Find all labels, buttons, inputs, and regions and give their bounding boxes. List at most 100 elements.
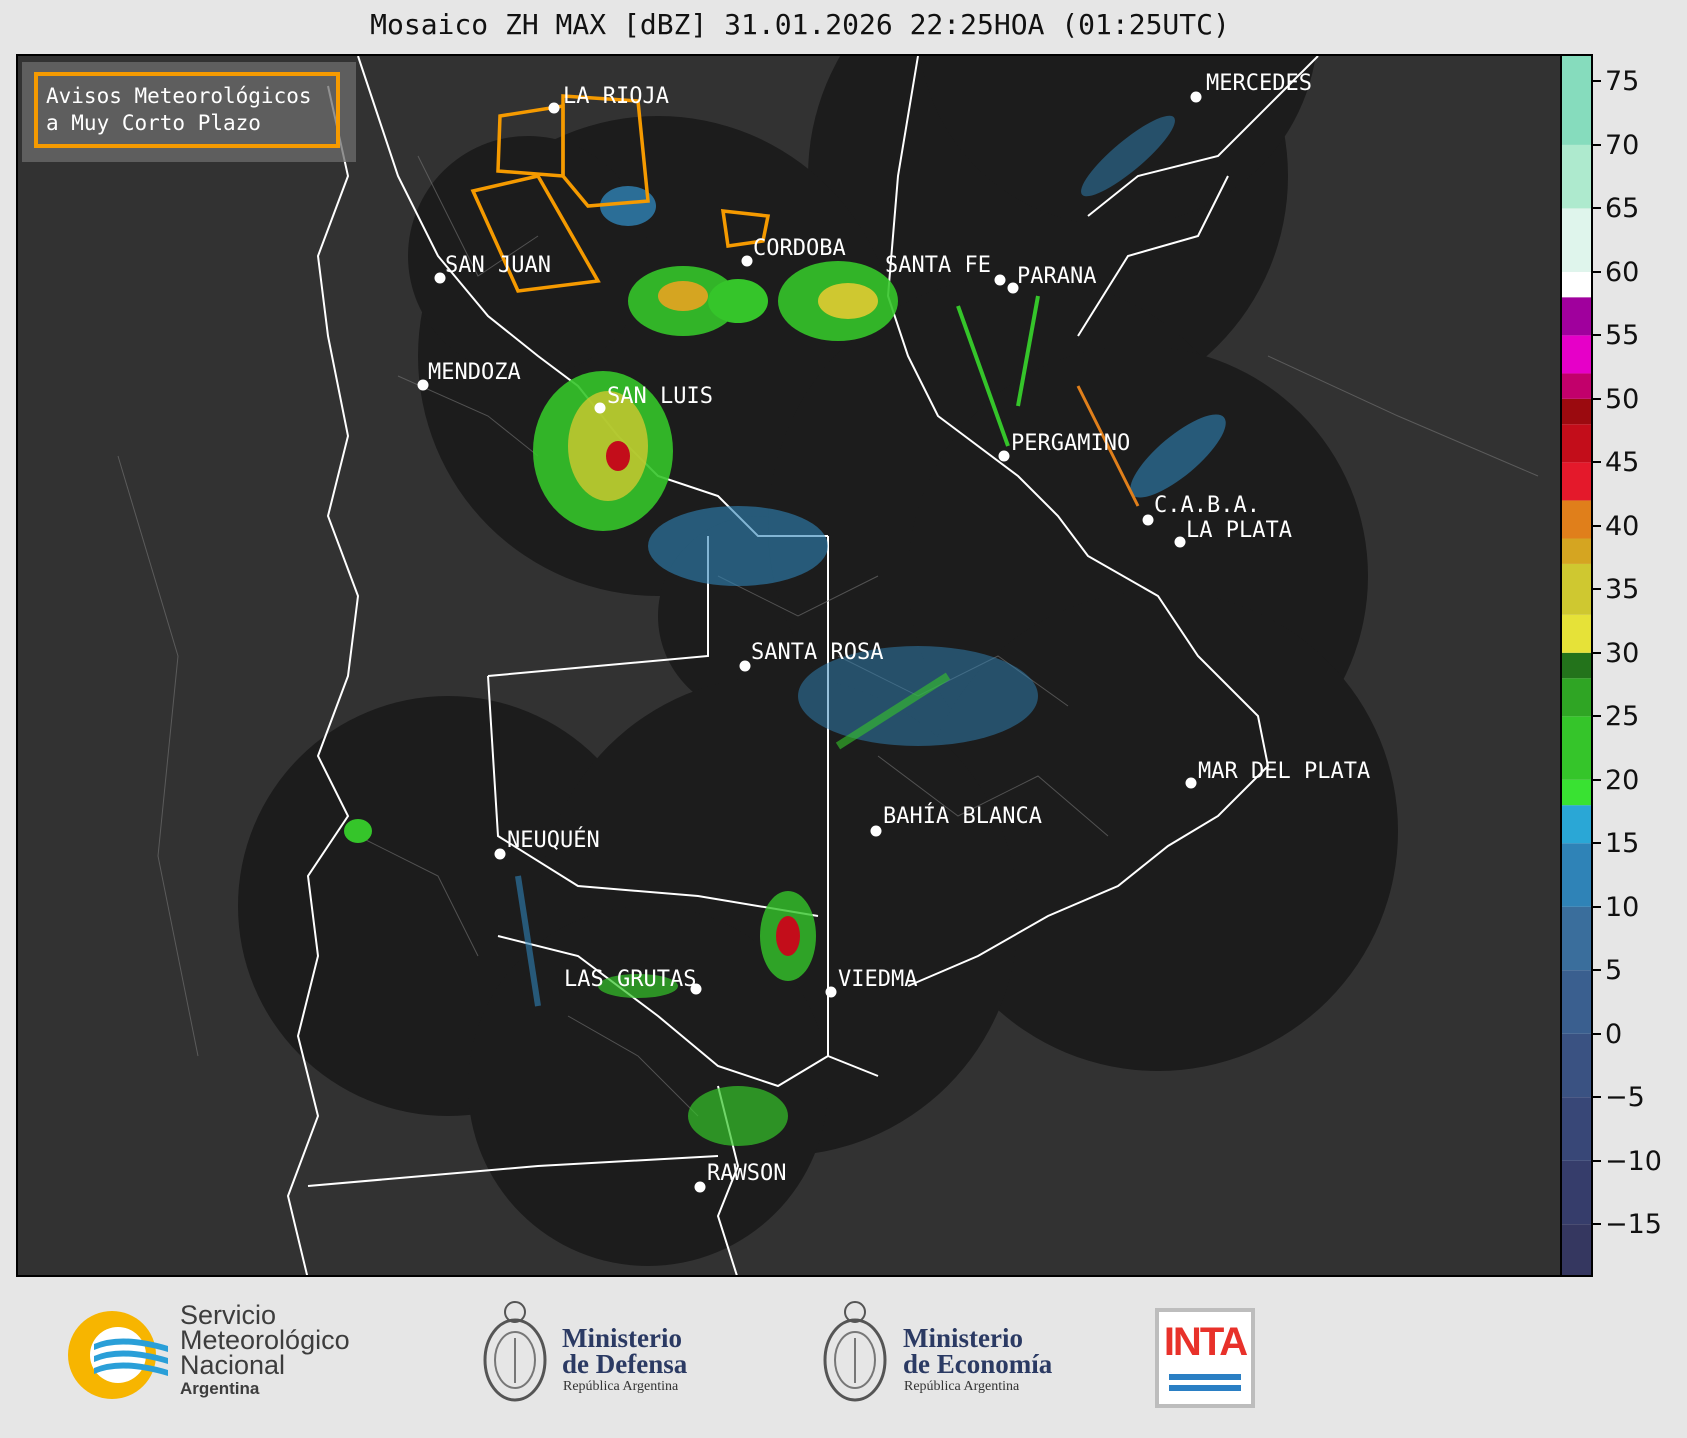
colorbar-tick-label: 55 bbox=[1605, 320, 1640, 352]
colorbar-tick: 50 bbox=[1593, 383, 1683, 415]
city-label-bahia-blanca: BAHÍA BLANCA bbox=[883, 803, 1042, 829]
colorbar-tick-label: 60 bbox=[1605, 256, 1640, 288]
city-label-caba: C.A.B.A. bbox=[1154, 493, 1260, 518]
colorbar-tick-label: 35 bbox=[1605, 574, 1640, 606]
city-label-san-juan: SAN JUAN bbox=[445, 253, 551, 278]
colorbar-band bbox=[1562, 208, 1591, 272]
city-marker-rawson bbox=[694, 1181, 706, 1193]
colorbar-tick: 75 bbox=[1593, 66, 1683, 98]
smn-name: Servicio Meteorológico Nacional Argentin… bbox=[180, 1302, 350, 1400]
colorbar-band bbox=[1562, 1224, 1591, 1275]
colorbar-band bbox=[1562, 805, 1591, 844]
colorbar-tick: 30 bbox=[1593, 638, 1683, 669]
city-label-san-luis: SAN LUIS bbox=[607, 384, 713, 409]
colorbar-tick-label: −5 bbox=[1605, 1082, 1645, 1114]
city-label-santa-fe: SANTA FE bbox=[885, 253, 991, 278]
colorbar-band bbox=[1562, 297, 1591, 336]
city-label-rawson: RAWSON bbox=[707, 1161, 786, 1186]
colorbar-tick-mark bbox=[1593, 334, 1601, 337]
colorbar-tick-label: −15 bbox=[1605, 1209, 1662, 1241]
colorbar-band bbox=[1562, 906, 1591, 971]
colorbar-tick-mark bbox=[1593, 1159, 1601, 1162]
colorbar-band bbox=[1562, 1033, 1591, 1098]
colorbar-band bbox=[1562, 271, 1591, 298]
colorbar-band bbox=[1562, 779, 1591, 806]
city-label-las-grutas: LAS GRUTAS bbox=[564, 967, 696, 992]
map-title: Mosaico ZH MAX [dBZ] 31.01.2026 22:25HOA… bbox=[370, 8, 1230, 41]
city-label-mendoza: MENDOZA bbox=[428, 360, 521, 385]
colorbar-tick: 45 bbox=[1593, 447, 1683, 479]
city-label-santa-rosa: SANTA ROSA bbox=[751, 640, 883, 665]
colorbar-tick-mark bbox=[1593, 207, 1601, 210]
warning-legend: Avisos Meteorológicos a Muy Corto Plazo bbox=[22, 62, 356, 162]
smn-line4: Argentina bbox=[180, 1379, 260, 1398]
colorbar-band bbox=[1562, 144, 1591, 209]
colorbar-band bbox=[1562, 843, 1591, 907]
colorbar-tick-mark bbox=[1593, 1032, 1601, 1035]
colorbar-band bbox=[1562, 398, 1591, 425]
radar-map-canvas: LA RIOJA SAN JUAN CORDOBA SANTA FE PARAN… bbox=[18, 56, 1560, 1275]
city-marker-santa-fe bbox=[994, 274, 1006, 286]
inta-wordmark: INTA bbox=[1163, 1320, 1248, 1364]
city-label-pergamino: PERGAMINO bbox=[1011, 431, 1130, 456]
city-label-viedma: VIEDMA bbox=[838, 967, 917, 992]
colorbar bbox=[1562, 54, 1593, 1277]
colorbar-band bbox=[1562, 462, 1591, 501]
colorbar-tick: 35 bbox=[1593, 574, 1683, 606]
inta-stripe bbox=[1169, 1374, 1241, 1380]
colorbar-band bbox=[1562, 56, 1591, 145]
footer-logos: Servicio Meteorológico Nacional Argentin… bbox=[0, 1279, 1687, 1438]
city-marker-cordoba bbox=[741, 255, 753, 267]
colorbar-tick-mark bbox=[1593, 905, 1601, 908]
city-marker-neuquen bbox=[494, 848, 506, 860]
colorbar-band bbox=[1562, 538, 1591, 564]
colorbar-tick-label: 45 bbox=[1605, 447, 1640, 479]
inta-logo: INTA bbox=[1155, 1308, 1255, 1408]
colorbar-tick-mark bbox=[1593, 461, 1601, 464]
colorbar-tick: 65 bbox=[1593, 193, 1683, 224]
radar-map[interactable]: LA RIOJA SAN JUAN CORDOBA SANTA FE PARAN… bbox=[16, 54, 1562, 1277]
colorbar-tick-mark bbox=[1593, 1096, 1601, 1099]
economia-line1: Ministerio bbox=[903, 1323, 1023, 1353]
city-label-mercedes: MERCEDES bbox=[1206, 71, 1312, 96]
economia-subtitle: República Argentina bbox=[904, 1379, 1020, 1394]
colorbar-tick-mark bbox=[1593, 651, 1601, 654]
colorbar-tick: 40 bbox=[1593, 510, 1683, 542]
colorbar-band bbox=[1562, 652, 1591, 679]
city-label-la-plata: LA PLATA bbox=[1186, 518, 1292, 543]
colorbar-tick-label: 15 bbox=[1605, 828, 1640, 860]
colorbar-tick: 20 bbox=[1593, 764, 1683, 796]
colorbar-tick-label: 50 bbox=[1605, 383, 1640, 415]
defensa-subtitle: República Argentina bbox=[563, 1379, 679, 1394]
city-marker-mendoza bbox=[417, 379, 429, 391]
defensa-title: Ministerio de Defensa bbox=[562, 1325, 687, 1378]
colorbar-ticks: 75 70 65 60 55 50 45 40 35 30 25 20 15 10 5 0 −5 −10 −15 bbox=[1593, 54, 1683, 1277]
city-marker-la-plata bbox=[1174, 536, 1186, 548]
colorbar-tick: −15 bbox=[1593, 1209, 1683, 1241]
colorbar-band bbox=[1562, 373, 1591, 399]
colorbar-tick: 25 bbox=[1593, 701, 1683, 733]
city-marker-viedma bbox=[825, 986, 837, 998]
city-label-cordoba: CORDOBA bbox=[753, 236, 846, 261]
smn-logo-icon bbox=[68, 1311, 168, 1399]
colorbar-tick: 15 bbox=[1593, 828, 1683, 860]
colorbar-tick-label: 40 bbox=[1605, 510, 1640, 542]
city-label-mar-del-plata: MAR DEL PLATA bbox=[1198, 759, 1370, 784]
colorbar-tick-mark bbox=[1593, 270, 1601, 273]
colorbar-tick: 70 bbox=[1593, 130, 1683, 161]
colorbar-band bbox=[1562, 970, 1591, 1034]
colorbar-tick-mark bbox=[1593, 778, 1601, 781]
colorbar-tick-label: 25 bbox=[1605, 701, 1640, 733]
colorbar-band bbox=[1562, 678, 1591, 717]
colorbar-band bbox=[1562, 335, 1591, 374]
colorbar-tick-label: 0 bbox=[1605, 1018, 1623, 1050]
city-marker-san-juan bbox=[434, 272, 446, 284]
city-marker-la-rioja bbox=[548, 102, 560, 114]
inta-stripe bbox=[1169, 1385, 1241, 1391]
city-label-neuquen: NEUQUÉN bbox=[507, 827, 600, 853]
colorbar-band bbox=[1562, 614, 1591, 653]
smn-logo bbox=[66, 1308, 171, 1403]
colorbar-tick-label: 75 bbox=[1605, 66, 1640, 98]
colorbar-tick-label: 20 bbox=[1605, 764, 1640, 796]
city-label-la-rioja: LA RIOJA bbox=[563, 84, 669, 109]
